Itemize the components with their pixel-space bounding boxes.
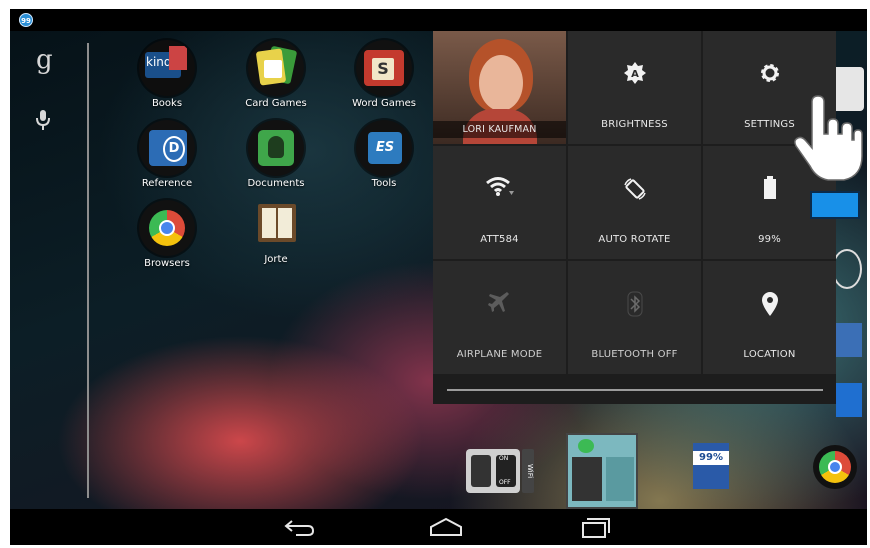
status-bar: 99 [10, 9, 867, 31]
svg-text:A: A [631, 69, 639, 80]
tile-label: AIRPLANE MODE [456, 349, 543, 360]
chrome-icon [139, 200, 195, 256]
app-shortcut-icon[interactable] [836, 323, 862, 357]
user-name: LORI KAUFMAN [433, 121, 566, 138]
tile-bluetooth[interactable]: BLUETOOTH OFF [568, 261, 701, 374]
tile-wifi[interactable]: ATT584 [433, 146, 566, 259]
navigation-bar [10, 509, 867, 545]
location-pin-icon [703, 291, 836, 321]
pointer-hand-icon [788, 94, 864, 188]
app-label: Documents [247, 178, 305, 189]
brightness-auto-icon: A [568, 61, 701, 89]
battery-widget[interactable]: 99% [693, 443, 729, 489]
tile-label: BLUETOOTH OFF [591, 349, 678, 360]
app-tools[interactable]: ES Tools [334, 120, 434, 189]
app-drawer-icon[interactable] [832, 249, 862, 289]
chrome-dock-icon[interactable] [813, 445, 857, 489]
notification-badge[interactable]: 99 [19, 13, 33, 27]
search-divider [87, 43, 89, 498]
gear-icon [703, 61, 836, 89]
rotate-icon [568, 176, 701, 206]
dictionary-icon: D [139, 120, 195, 176]
quick-settings-handle[interactable] [433, 377, 836, 404]
drag-handle-line [447, 389, 823, 391]
app-books[interactable]: kindle Books [117, 40, 217, 109]
app-word-games[interactable]: S Word Games [334, 40, 434, 109]
wifi-icon [433, 176, 566, 202]
app-label: Card Games [245, 98, 307, 109]
wifi-toggle-widget[interactable]: ON OFF WiFi [466, 443, 536, 499]
kindle-icon: kindle [139, 40, 195, 96]
jorte-icon [248, 196, 304, 252]
tools-icon: ES [356, 120, 412, 176]
tile-label: 99% [758, 234, 781, 245]
app-jorte[interactable]: Jorte [226, 196, 326, 265]
app-label: Tools [371, 178, 397, 189]
tile-label: LOCATION [743, 349, 796, 360]
back-icon[interactable] [280, 515, 320, 539]
tile-airplane-mode[interactable]: AIRPLANE MODE [433, 261, 566, 374]
evernote-icon [248, 120, 304, 176]
app-documents[interactable]: Documents [226, 120, 326, 189]
word-games-icon: S [356, 40, 412, 96]
app-label: Reference [141, 178, 193, 189]
app-label: Books [151, 98, 183, 109]
app-label: Jorte [264, 254, 288, 265]
tile-label: ATT584 [480, 234, 519, 245]
bluetooth-toggle-widget[interactable] [566, 433, 638, 509]
tile-label: BRIGHTNESS [601, 119, 668, 130]
app-shortcut-icon[interactable] [836, 383, 862, 417]
quick-settings-panel: LORI KAUFMAN A BRIGHTNESS SETTINGS ATT58… [433, 31, 836, 404]
device-screen: 99 g kindle Books Card Games S Word Game… [10, 9, 867, 545]
recents-icon[interactable] [575, 515, 615, 539]
app-browsers[interactable]: Browsers [117, 200, 217, 269]
tile-brightness[interactable]: A BRIGHTNESS [568, 31, 701, 144]
bluetooth-icon [568, 291, 701, 321]
app-label: Browsers [144, 258, 190, 269]
highlight-marker [810, 191, 860, 219]
tile-label: AUTO ROTATE [598, 234, 671, 245]
user-face [479, 55, 523, 111]
tile-location[interactable]: LOCATION [703, 261, 836, 374]
tile-auto-rotate[interactable]: AUTO ROTATE [568, 146, 701, 259]
google-search-logo[interactable]: g [36, 45, 53, 75]
app-reference[interactable]: D Reference [117, 120, 217, 189]
app-card-games[interactable]: Card Games [226, 40, 326, 109]
card-games-icon [248, 40, 304, 96]
mic-icon[interactable] [36, 109, 50, 135]
app-label: Word Games [352, 98, 416, 109]
search-column: g [10, 31, 88, 509]
home-icon[interactable] [426, 515, 466, 539]
user-tile[interactable]: LORI KAUFMAN [433, 31, 566, 144]
airplane-icon [433, 291, 566, 319]
